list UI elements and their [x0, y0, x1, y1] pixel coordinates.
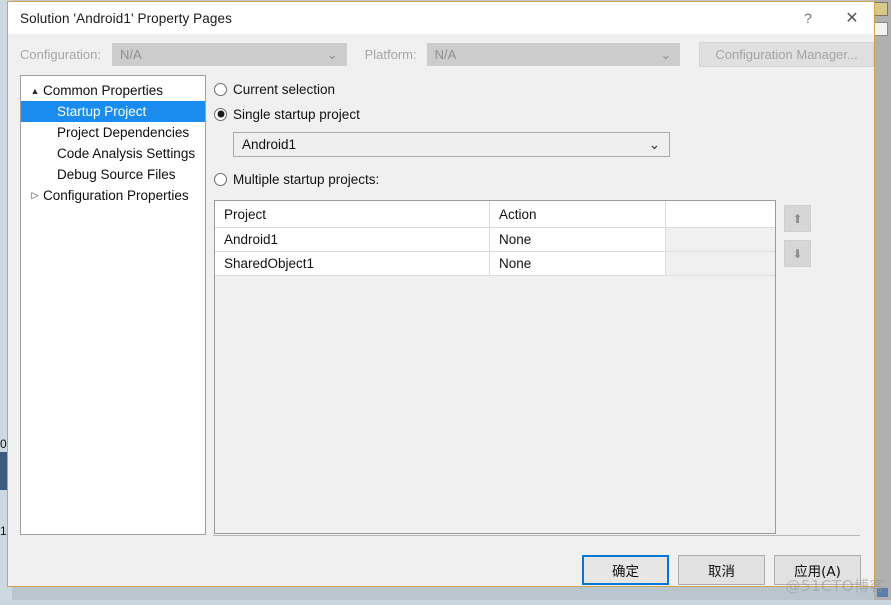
background-right-scrollbar[interactable]: [874, 0, 891, 600]
expander-triangle-icon[interactable]: ▷: [27, 190, 43, 201]
startup-project-pane: Current selection Single startup project…: [206, 75, 874, 535]
background-scrollbar-marker-second[interactable]: [874, 22, 888, 36]
table-row[interactable]: Android1 None: [215, 228, 775, 252]
single-startup-project-select[interactable]: Android1 ⌄: [233, 132, 670, 157]
platform-select-value: N/A: [435, 47, 457, 62]
radio-single-startup-label: Single startup project: [233, 107, 360, 122]
table-row[interactable]: SharedObject1 None: [215, 252, 775, 276]
configuration-select-value: N/A: [120, 47, 142, 62]
radio-button-icon[interactable]: [214, 83, 227, 96]
reorder-button-group: ⬆ ⬇: [784, 200, 811, 267]
grid-cell-action[interactable]: None: [490, 252, 666, 275]
radio-current-selection-label: Current selection: [233, 82, 335, 97]
tree-node-debug-source-files[interactable]: Debug Source Files: [21, 164, 205, 185]
radio-current-selection[interactable]: Current selection: [214, 78, 874, 100]
grid-cell-blank: [666, 228, 775, 251]
radio-multiple-startup-projects[interactable]: Multiple startup projects:: [214, 168, 874, 190]
configuration-label: Configuration:: [20, 47, 101, 62]
move-up-button[interactable]: ⬆: [784, 205, 811, 232]
grid-cell-project[interactable]: Android1: [215, 228, 490, 251]
background-line-number-lower: 1: [0, 525, 7, 537]
tree-node-common-properties[interactable]: ▲ Common Properties: [21, 80, 205, 101]
radio-single-startup-project[interactable]: Single startup project: [214, 103, 874, 125]
tree-node-label: Startup Project: [57, 104, 146, 119]
close-icon[interactable]: ✕: [830, 3, 874, 34]
tree-node-label: Project Dependencies: [57, 125, 189, 140]
background-scrollbar-marker-bottom[interactable]: [877, 588, 888, 597]
move-down-icon: ⬇: [792, 247, 802, 261]
properties-tree[interactable]: ▲ Common Properties Startup Project Proj…: [20, 75, 206, 535]
help-icon[interactable]: ?: [786, 3, 830, 34]
tree-node-label: Code Analysis Settings: [57, 146, 195, 161]
dialog-title-bar: Solution 'Android1' Property Pages ? ✕: [8, 2, 874, 34]
tree-node-label: Debug Source Files: [57, 167, 176, 182]
background-scrollbar-marker-top[interactable]: [874, 2, 888, 16]
grid-header-action[interactable]: Action: [490, 201, 666, 227]
configuration-select[interactable]: N/A ⌄: [112, 43, 347, 66]
chevron-down-icon: ⌄: [660, 47, 671, 63]
grid-header-row: Project Action: [215, 201, 775, 228]
tree-node-code-analysis-settings[interactable]: Code Analysis Settings: [21, 143, 205, 164]
dialog-footer: 确定 取消 应用(A): [8, 535, 874, 605]
platform-select[interactable]: N/A ⌄: [427, 43, 681, 66]
dialog-title: Solution 'Android1' Property Pages: [20, 11, 232, 26]
configuration-bar: Configuration: N/A ⌄ Platform: N/A ⌄ Con…: [8, 34, 874, 75]
apply-button[interactable]: 应用(A): [774, 555, 861, 585]
tree-node-label: Common Properties: [43, 83, 163, 98]
grid-header-project[interactable]: Project: [215, 201, 490, 227]
cancel-button[interactable]: 取消: [678, 555, 765, 585]
dialog-button-row: 确定 取消 应用(A): [582, 555, 861, 585]
property-pages-dialog: Solution 'Android1' Property Pages ? ✕ C…: [7, 1, 875, 587]
radio-button-selected-icon[interactable]: [214, 108, 227, 121]
ok-button[interactable]: 确定: [582, 555, 669, 585]
tree-node-project-dependencies[interactable]: Project Dependencies: [21, 122, 205, 143]
tree-node-startup-project[interactable]: Startup Project: [21, 101, 205, 122]
radio-button-icon[interactable]: [214, 173, 227, 186]
single-startup-project-value: Android1: [242, 137, 296, 152]
grid-cell-blank: [666, 252, 775, 275]
startup-projects-grid[interactable]: Project Action Android1 None SharedObjec…: [214, 200, 776, 534]
chevron-down-icon: ⌄: [649, 137, 660, 153]
grid-header-blank[interactable]: [666, 201, 775, 227]
grid-cell-action[interactable]: None: [490, 228, 666, 251]
footer-divider: [213, 535, 860, 536]
expander-triangle-icon[interactable]: ▲: [27, 86, 43, 96]
background-line-number-upper: 0: [0, 438, 7, 450]
tree-node-label: Configuration Properties: [43, 188, 189, 203]
move-down-button[interactable]: ⬇: [784, 240, 811, 267]
chevron-down-icon: ⌄: [327, 47, 338, 63]
grid-cell-project[interactable]: SharedObject1: [215, 252, 490, 275]
startup-projects-grid-area: Project Action Android1 None SharedObjec…: [214, 200, 874, 534]
dialog-body: ▲ Common Properties Startup Project Proj…: [8, 75, 874, 535]
move-up-icon: ⬆: [792, 212, 802, 226]
platform-label: Platform:: [365, 47, 417, 62]
configuration-manager-button[interactable]: Configuration Manager...: [699, 42, 874, 67]
radio-multiple-startup-label: Multiple startup projects:: [233, 172, 379, 187]
tree-node-configuration-properties[interactable]: ▷ Configuration Properties: [21, 185, 205, 206]
